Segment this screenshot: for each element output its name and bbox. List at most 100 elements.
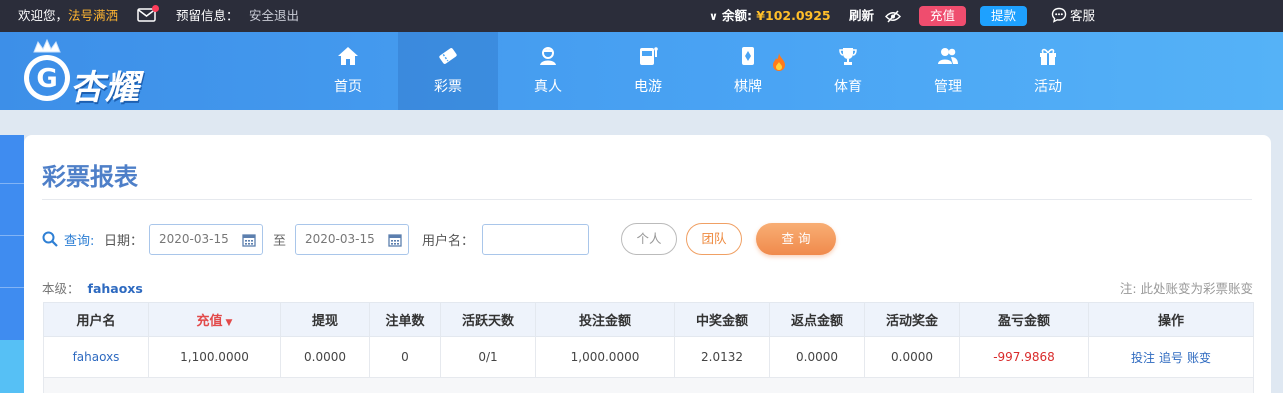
trophy-icon [839, 48, 857, 65]
logo-text: 杏耀 [70, 68, 140, 108]
users-icon [938, 48, 958, 64]
column-header: 中奖金额 [674, 302, 770, 337]
level-user-link[interactable]: fahaoxs [88, 281, 143, 296]
ticket-icon [439, 48, 457, 64]
cell-rebate: 0.0000 [769, 336, 865, 378]
cell-orders: 0 [369, 336, 441, 378]
nav-manage[interactable]: 管理 [898, 32, 998, 110]
nav-label: 体育 [834, 79, 862, 95]
sort-desc-icon[interactable]: ▼ [226, 318, 233, 328]
date-range-separator: 至 [273, 234, 287, 249]
cell-active-days: 0/1 [440, 336, 536, 378]
current-username[interactable]: 法号满洒 [68, 8, 118, 23]
nav-label: 棋牌 [734, 79, 762, 95]
crown-logo-icon: G [24, 38, 70, 101]
chase-link[interactable]: 追号 [1159, 351, 1183, 365]
column-header-sortable[interactable]: 充值 ▼ [148, 302, 281, 337]
logout-link[interactable]: 安全退出 [249, 0, 299, 32]
level-label: 本级： [42, 281, 80, 296]
end-date-value: 2020-03-15 [305, 232, 375, 246]
column-header: 返点金额 [769, 302, 865, 337]
cell-actions: 投注 追号 账变 [1088, 336, 1254, 378]
hot-fire-icon [773, 53, 785, 71]
calendar-icon[interactable] [388, 233, 402, 247]
main-nav: G 杏耀 首页 彩票 真人 电游 棋牌 体育 管理 活动 [0, 32, 1283, 110]
nav-sports[interactable]: 体育 [798, 32, 898, 110]
unread-dot [152, 5, 159, 12]
empty-cell [43, 377, 1254, 393]
cell-user[interactable]: fahaoxs [43, 336, 149, 378]
column-header: 盈亏金额 [959, 302, 1089, 337]
welcome-text: 欢迎您，法号满洒 [18, 0, 118, 32]
side-menu-active-item[interactable] [0, 340, 24, 393]
nav-label: 管理 [934, 79, 962, 95]
divider [0, 183, 24, 184]
search-icon [42, 231, 58, 247]
report-panel: 彩票报表 查询: 日期： 2020-03-15 至 2020-03-15 用户名… [24, 135, 1271, 393]
chevron-down-icon[interactable]: ∨ [709, 1, 718, 33]
report-table: 用户名 充值 ▼ 提现 注单数 活跃天数 投注金额 中奖金额 返点金额 活动奖金 … [43, 302, 1254, 393]
nav-label: 真人 [534, 79, 562, 95]
column-header: 注单数 [369, 302, 441, 337]
nav-promotions[interactable]: 活动 [998, 32, 1098, 110]
username-label: 用户名： [422, 234, 475, 249]
balance-amount: ¥102.0925 [756, 8, 831, 23]
calendar-icon[interactable] [242, 233, 256, 247]
nav-label: 彩票 [434, 79, 462, 95]
nav-label: 首页 [334, 79, 362, 95]
gift-icon [1040, 48, 1056, 65]
withdraw-button[interactable]: 提款 [980, 6, 1028, 26]
divider [0, 235, 24, 236]
column-header-label: 充值 [196, 314, 223, 329]
date-label: 日期： [104, 234, 144, 249]
nav-lottery[interactable]: 彩票 [398, 32, 498, 110]
notice-label: 预留信息： [176, 8, 239, 23]
top-bar: 欢迎您，法号满洒 预留信息： 安全退出 ∨ 余额: ¥102.0925 刷新 充值… [0, 0, 1283, 32]
cards-icon [742, 47, 754, 65]
recharge-button[interactable]: 充值 [919, 6, 967, 26]
cell-win: 2.0132 [674, 336, 770, 378]
chat-icon [1051, 7, 1067, 23]
mail-icon[interactable] [137, 5, 159, 22]
cell-bonus: 0.0000 [864, 336, 960, 378]
eye-hidden-icon[interactable] [885, 10, 901, 23]
logo[interactable]: G 杏耀 [18, 38, 168, 108]
nav-live[interactable]: 真人 [498, 32, 598, 110]
personal-button[interactable]: 个人 [621, 223, 677, 255]
column-header: 投注金额 [535, 302, 675, 337]
column-header: 操作 [1088, 302, 1254, 337]
nav-label: 活动 [1034, 79, 1062, 95]
start-date-value: 2020-03-15 [159, 232, 229, 246]
nav-slots[interactable]: 电游 [598, 32, 698, 110]
cell-withdraw: 0.0000 [280, 336, 370, 378]
side-menu[interactable] [0, 135, 24, 393]
column-header: 活跃天数 [440, 302, 536, 337]
refresh-button[interactable]: 刷新 [849, 0, 874, 32]
column-header: 提现 [280, 302, 370, 337]
balance[interactable]: ∨ 余额: ¥102.0925 [709, 0, 831, 32]
report-note: 注: 此处账变为彩票账变 [1119, 281, 1253, 296]
team-button[interactable]: 团队 [686, 223, 742, 255]
query-label: 查询: [64, 234, 95, 249]
cell-recharge: 1,100.0000 [148, 336, 281, 378]
table-row: fahaoxs 1,100.0000 0.0000 0 0/1 1,000.00… [43, 336, 1254, 378]
end-date-input[interactable]: 2020-03-15 [295, 224, 409, 255]
welcome-label: 欢迎您， [18, 8, 69, 23]
cell-bet: 1,000.0000 [535, 336, 675, 378]
service-label: 客服 [1070, 8, 1096, 23]
cell-profit: -997.9868 [959, 336, 1089, 378]
table-header-row: 用户名 充值 ▼ 提现 注单数 活跃天数 投注金额 中奖金额 返点金额 活动奖金 … [43, 302, 1254, 337]
nav-home[interactable]: 首页 [298, 32, 398, 110]
query-button[interactable]: 查 询 [756, 223, 836, 255]
balance-label: 余额: [721, 8, 752, 23]
slot-machine-icon [640, 47, 658, 65]
home-icon [338, 47, 358, 65]
customer-service-link[interactable]: 客服 [1051, 0, 1095, 32]
start-date-input[interactable]: 2020-03-15 [149, 224, 263, 255]
divider [0, 287, 24, 288]
column-header: 用户名 [43, 302, 149, 337]
username-input[interactable] [482, 224, 589, 255]
table-row-empty [43, 377, 1254, 393]
bet-link[interactable]: 投注 [1131, 351, 1155, 365]
account-change-link[interactable]: 账变 [1187, 351, 1211, 365]
